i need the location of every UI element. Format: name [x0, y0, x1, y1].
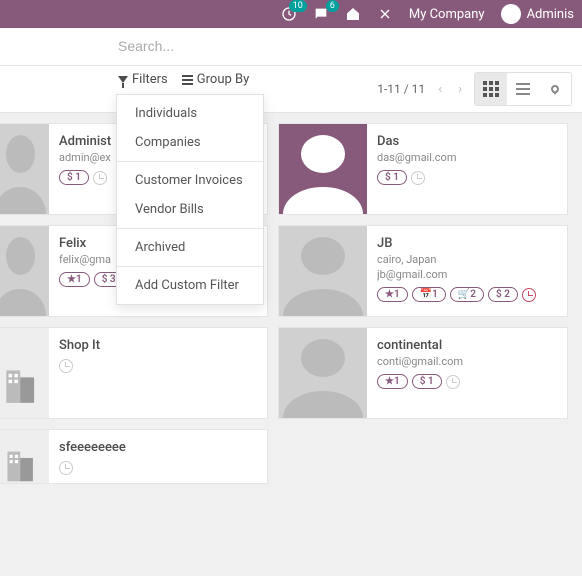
building-icon: [0, 346, 43, 418]
view-map[interactable]: [539, 73, 571, 105]
tools-icon[interactable]: [377, 6, 393, 22]
filter-archived[interactable]: Archived: [117, 233, 263, 262]
contact-name: Shop It: [59, 338, 257, 353]
activity-clock-icon[interactable]: [522, 288, 536, 302]
filters-label: Filters: [132, 72, 168, 87]
contact-email: das@gmail.com: [377, 151, 557, 164]
contact-email: jb@gmail.com: [377, 268, 557, 281]
user-menu[interactable]: Adminis: [501, 4, 574, 24]
messages-badge: 6: [326, 0, 339, 12]
filter-vendor-bills[interactable]: Vendor Bills: [117, 195, 263, 224]
avatar: [0, 328, 49, 418]
opportunity-pill[interactable]: $ 1: [59, 170, 89, 185]
search-input[interactable]: [118, 38, 518, 54]
dropdown-separator: [117, 161, 263, 162]
pin-icon: [549, 83, 560, 94]
control-panel: Filters Group By 1-11 / 11 ‹ › Individua…: [0, 66, 582, 113]
activity-clock-icon[interactable]: [59, 461, 73, 475]
contact-name: continental: [377, 338, 557, 353]
avatar: [0, 124, 49, 214]
home-icon[interactable]: [345, 6, 361, 22]
star-pill[interactable]: ★1: [59, 272, 90, 287]
contact-card[interactable]: Shop It: [0, 327, 268, 419]
money-pill[interactable]: $ 1: [412, 374, 442, 389]
messages-indicator[interactable]: 6: [313, 6, 329, 22]
user-name: Adminis: [527, 7, 574, 22]
dropdown-separator: [117, 228, 263, 229]
contact-location: cairo, Japan: [377, 253, 557, 266]
company-switcher[interactable]: My Company: [409, 7, 485, 22]
activities-badge: 10: [289, 0, 307, 12]
filter-companies[interactable]: Companies: [117, 128, 263, 157]
contact-card[interactable]: JB cairo, Japan jb@gmail.com ★1 📅1 🛒2 $ …: [278, 225, 568, 317]
filters-dropdown: Individuals Companies Customer Invoices …: [116, 94, 264, 305]
filter-individuals[interactable]: Individuals: [117, 99, 263, 128]
star-pill[interactable]: ★1: [377, 287, 408, 302]
pager-next[interactable]: ›: [454, 78, 466, 101]
funnel-icon: [118, 76, 128, 83]
meeting-pill[interactable]: 📅1: [412, 287, 446, 302]
activity-clock-icon[interactable]: [93, 171, 107, 185]
grid-icon: [483, 81, 499, 97]
star-pill[interactable]: ★1: [377, 374, 408, 389]
list-icon: [516, 83, 530, 95]
groupby-label: Group By: [197, 72, 250, 87]
filter-customer-invoices[interactable]: Customer Invoices: [117, 166, 263, 195]
activities-indicator[interactable]: 10: [281, 6, 297, 22]
building-icon: [0, 441, 43, 483]
money-pill[interactable]: $ 2: [488, 287, 518, 302]
kanban-cards: Administ admin@ex $ 1 Das das@gmail.com …: [0, 113, 582, 494]
contact-name: sfeeeeeeee: [59, 440, 257, 455]
search-row: [0, 28, 582, 66]
top-nav: 10 6 My Company Adminis: [0, 0, 582, 28]
activity-clock-icon[interactable]: [411, 171, 425, 185]
contact-card[interactable]: continental conti@gmail.com ★1 $ 1: [278, 327, 568, 419]
contact-card[interactable]: sfeeeeeeee: [0, 429, 268, 484]
contact-card[interactable]: Das das@gmail.com $ 1: [278, 123, 568, 215]
view-list[interactable]: [507, 73, 539, 105]
view-kanban[interactable]: [475, 73, 507, 105]
groupby-button[interactable]: Group By: [182, 72, 250, 87]
filter-add-custom[interactable]: Add Custom Filter: [117, 271, 263, 300]
pager-prev[interactable]: ‹: [434, 78, 446, 101]
activity-clock-icon[interactable]: [446, 375, 460, 389]
cart-pill[interactable]: 🛒2: [450, 287, 484, 302]
bars-icon: [182, 75, 193, 85]
avatar: [0, 430, 49, 483]
avatar: [279, 226, 367, 316]
contact-name: Das: [377, 134, 557, 149]
avatar: [0, 226, 49, 316]
dropdown-separator: [117, 266, 263, 267]
activity-clock-icon[interactable]: [59, 359, 73, 373]
contact-name: JB: [377, 236, 557, 251]
user-avatar-icon: [501, 4, 521, 24]
contact-email: conti@gmail.com: [377, 355, 557, 368]
filters-button[interactable]: Filters: [118, 72, 168, 87]
view-switcher: [474, 72, 572, 106]
avatar: [279, 124, 367, 214]
avatar: [279, 328, 367, 418]
pager[interactable]: 1-11 / 11: [376, 81, 426, 98]
opportunity-pill[interactable]: $ 1: [377, 170, 407, 185]
